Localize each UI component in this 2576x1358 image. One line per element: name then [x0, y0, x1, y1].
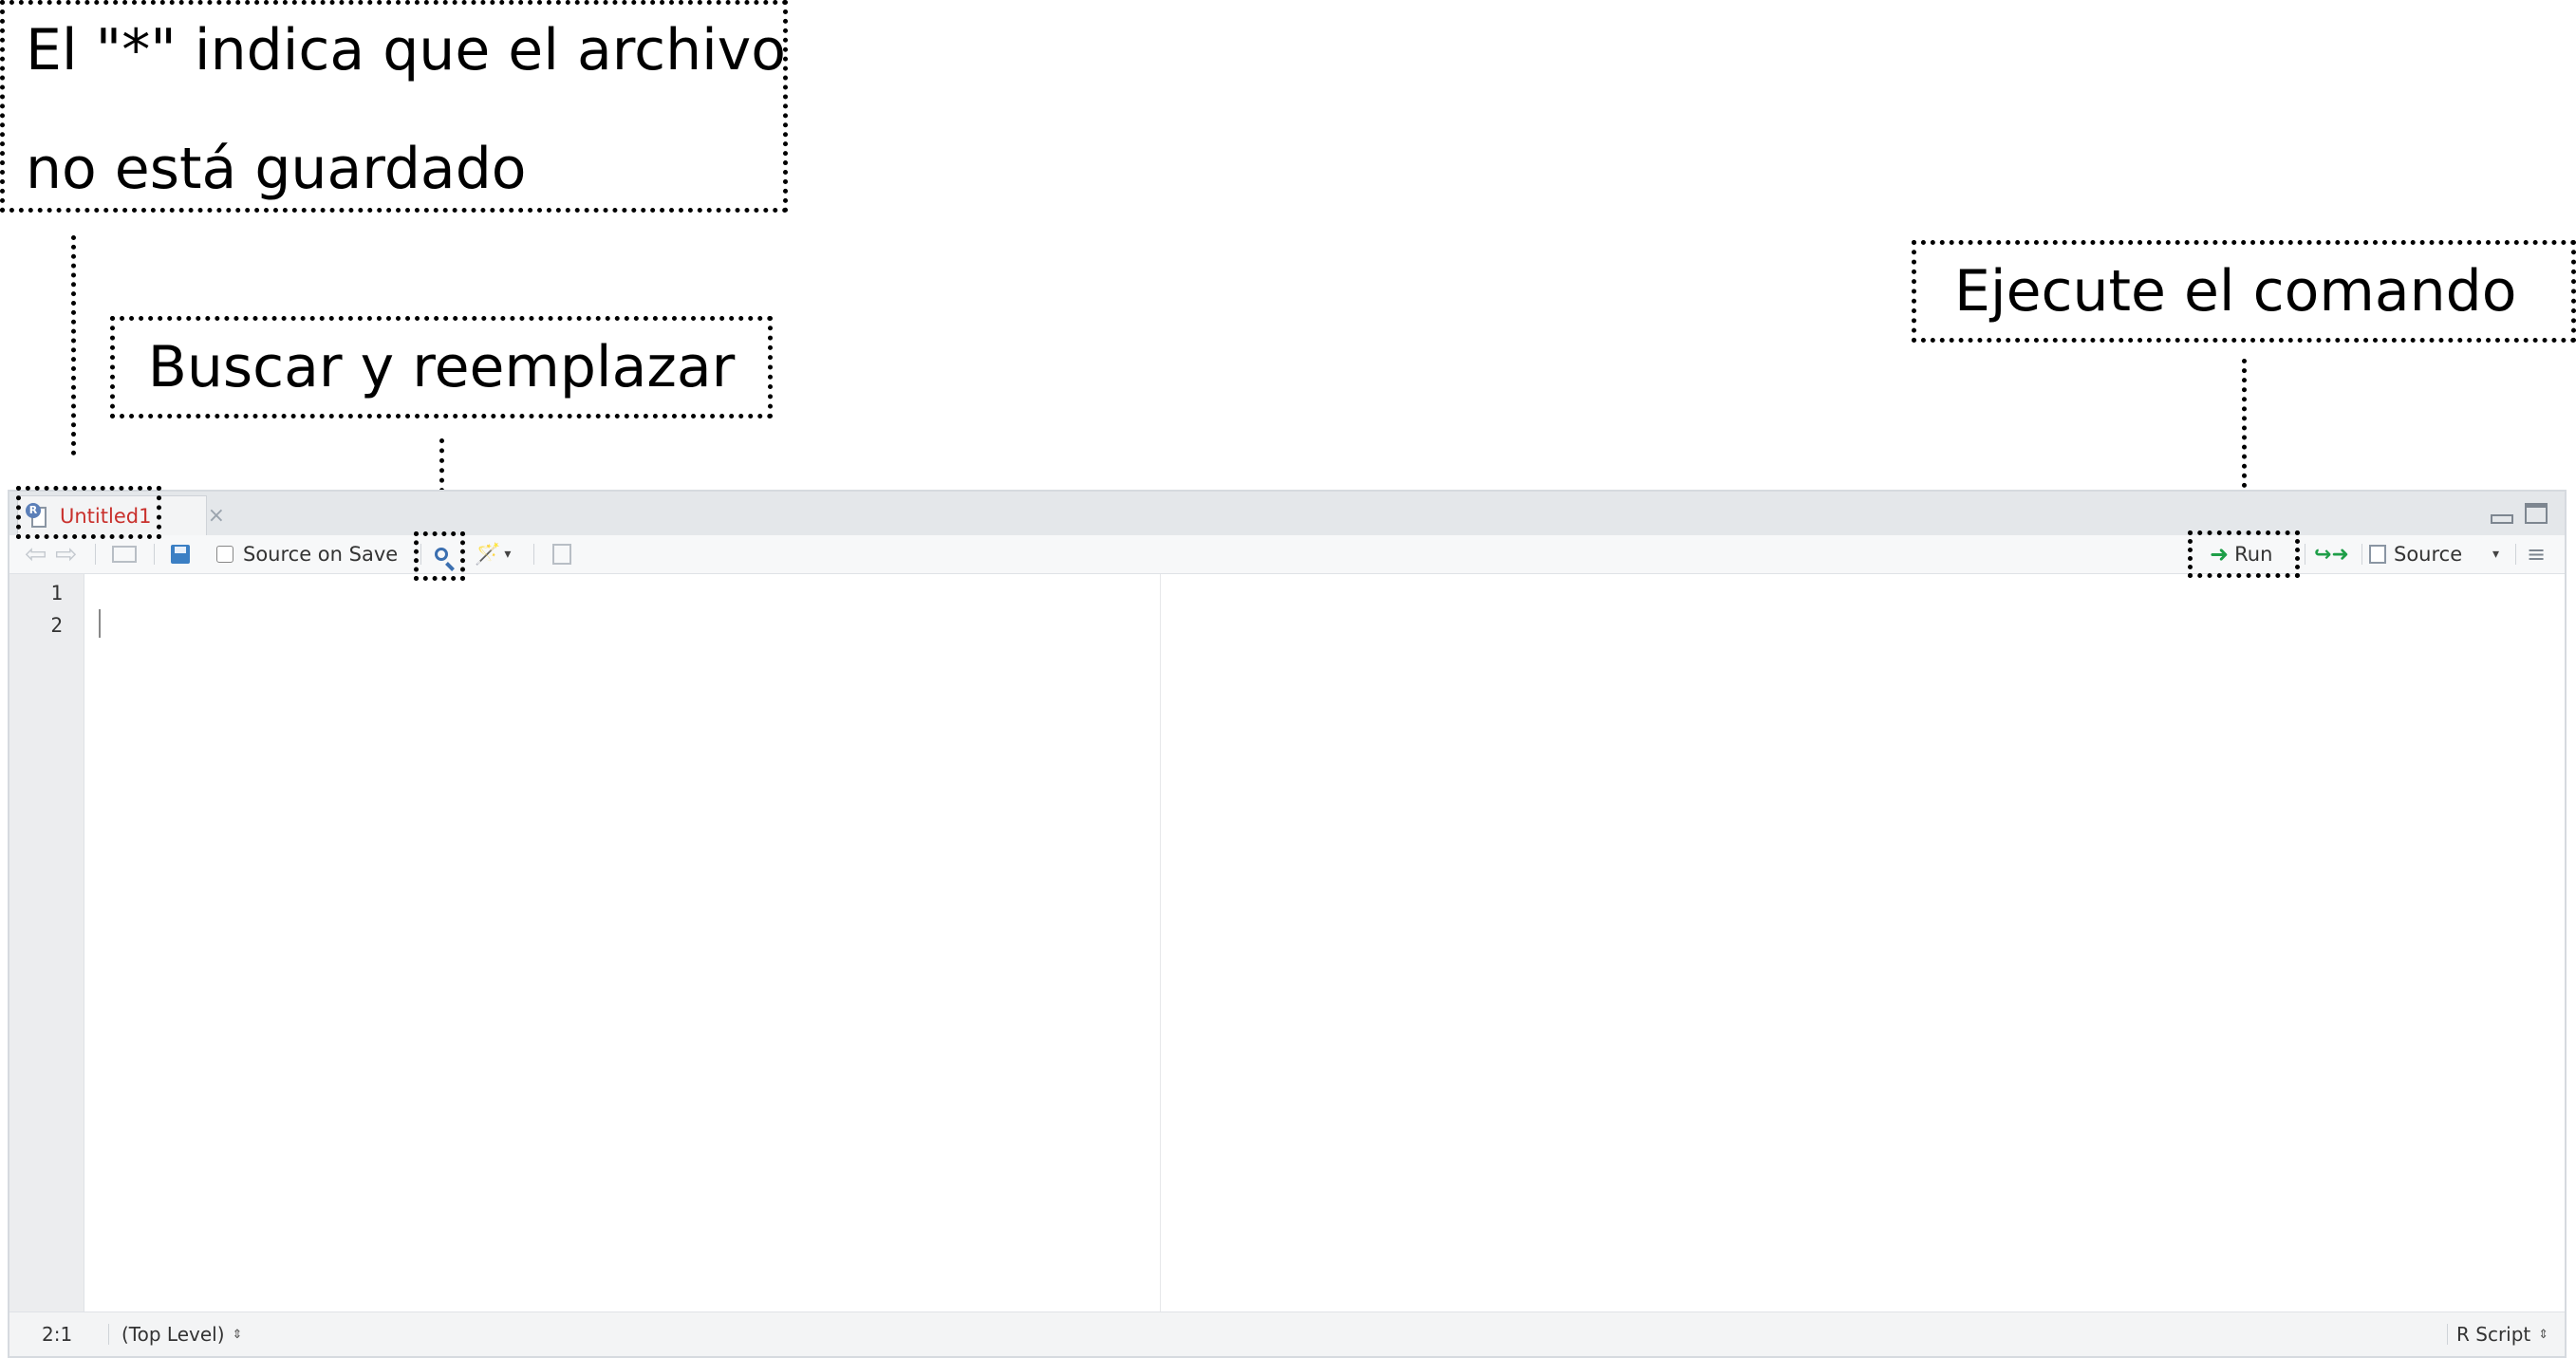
forward-arrow-icon: ⇨: [55, 538, 78, 569]
annotation-run-command: Ejecute el comando: [1912, 240, 2576, 343]
minimize-pane-button[interactable]: [2491, 514, 2513, 524]
document-outline-button[interactable]: ≡: [2527, 535, 2546, 573]
run-arrow-icon: ➜: [2210, 541, 2230, 567]
margin-guide: [1160, 574, 1161, 1312]
run-label: Run: [2234, 543, 2273, 566]
annotation-unsaved-line2: no está guardado: [26, 136, 527, 202]
chevron-down-icon: ▾: [504, 547, 512, 562]
annotation-unsaved-connector: [71, 235, 76, 456]
magic-wand-icon: 🪄: [475, 542, 501, 567]
annotation-find-replace-text: Buscar y reemplazar: [147, 334, 736, 400]
updown-icon: ⇕: [232, 1327, 243, 1342]
file-type-label: R Script: [2456, 1323, 2531, 1346]
rerun-button[interactable]: ↪➜: [2314, 535, 2349, 573]
status-divider: [108, 1324, 109, 1345]
source-button[interactable]: Source: [2369, 535, 2462, 573]
annotation-run-command-text: Ejecute el comando: [1954, 258, 2517, 325]
compile-report-button[interactable]: [552, 535, 571, 573]
notebook-icon: [552, 544, 571, 565]
back-arrow-icon: ⇦: [25, 538, 47, 569]
source-dropdown-button[interactable]: ▾: [2492, 535, 2499, 573]
line-number-gutter: 1 2: [9, 574, 84, 1312]
search-icon: [435, 548, 448, 561]
new-window-icon: [112, 546, 137, 563]
source-editor-pane: R Untitled1 × ⇦ ⇨ Source on Save 🪄 ▾ ➜ R…: [8, 490, 2567, 1358]
back-button[interactable]: ⇦: [25, 535, 47, 573]
source-label: Source: [2394, 543, 2463, 566]
source-on-save-checkbox[interactable]: [216, 546, 233, 563]
line-number: 1: [50, 582, 63, 605]
find-replace-button[interactable]: [435, 535, 448, 573]
outline-icon: ≡: [2527, 541, 2547, 567]
line-number: 2: [50, 614, 63, 637]
annotation-unsaved-line1: El "*" indica que el archivo: [26, 17, 786, 84]
chevron-down-icon: ▾: [2492, 547, 2500, 562]
status-bar: 2:1 (Top Level) ⇕ R Script ⇕: [9, 1311, 2565, 1356]
annotation-unsaved: El "*" indica que el archivo no está gua…: [0, 0, 788, 213]
editor-toolbar: ⇦ ⇨ Source on Save 🪄 ▾ ➜ Run ↪➜ Source ▾…: [9, 535, 2565, 574]
toolbar-divider: [154, 544, 155, 565]
forward-button[interactable]: ⇨: [55, 535, 77, 573]
code-tools-button[interactable]: 🪄 ▾: [475, 535, 511, 573]
tab-bar: R Untitled1 ×: [9, 492, 2565, 536]
tab-untitled1[interactable]: R Untitled1 ×: [17, 495, 225, 535]
source-on-save-label: Source on Save: [243, 543, 399, 566]
toolbar-divider: [95, 544, 96, 565]
run-button[interactable]: ➜ Run: [2210, 535, 2272, 573]
close-icon[interactable]: ×: [208, 504, 225, 528]
rerun-icon: ↪➜: [2314, 542, 2349, 567]
toolbar-divider: [533, 544, 534, 565]
text-cursor: [99, 609, 101, 638]
code-editor[interactable]: [84, 574, 2565, 1312]
annotation-find-replace: Buscar y reemplazar: [110, 316, 773, 419]
show-in-window-button[interactable]: [112, 535, 137, 573]
scope-label: (Top Level): [121, 1323, 225, 1346]
toolbar-divider: [2361, 544, 2362, 565]
cursor-position: 2:1: [42, 1323, 73, 1346]
save-icon: [171, 545, 190, 564]
toolbar-divider: [2515, 544, 2516, 565]
file-type-selector[interactable]: R Script ⇕: [2456, 1312, 2548, 1356]
updown-icon: ⇕: [2538, 1327, 2549, 1342]
save-button[interactable]: [171, 535, 190, 573]
status-divider: [2447, 1324, 2448, 1345]
r-file-icon: R: [26, 502, 48, 530]
maximize-pane-button[interactable]: [2525, 503, 2548, 524]
source-on-save-toggle[interactable]: Source on Save: [216, 535, 398, 573]
source-doc-icon: [2369, 545, 2386, 564]
scope-selector[interactable]: (Top Level) ⇕: [121, 1312, 242, 1356]
toolbar-divider: [420, 544, 421, 565]
tab-name: Untitled1: [60, 504, 152, 528]
annotation-run-connector: [2242, 359, 2247, 488]
